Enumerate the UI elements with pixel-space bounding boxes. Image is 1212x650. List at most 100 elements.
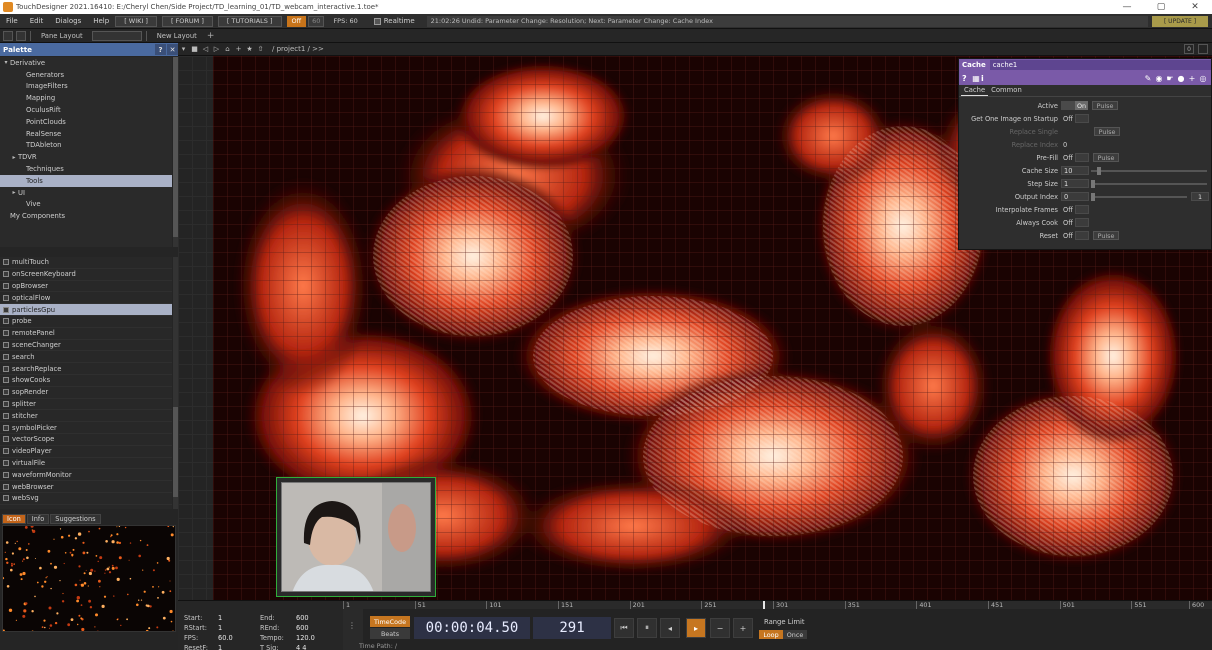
beats-toggle[interactable]: Beats xyxy=(370,628,410,639)
param-toggle-box[interactable] xyxy=(1075,231,1089,240)
sixty-button[interactable]: 60 xyxy=(308,15,325,27)
tree-item[interactable]: RealSense xyxy=(0,128,172,140)
op-list-item[interactable]: opBrowser xyxy=(0,281,172,293)
close-window-button[interactable]: ✕ xyxy=(1178,2,1212,12)
tree-item[interactable]: ImageFilters xyxy=(0,81,172,93)
pulse-button[interactable]: Pulse xyxy=(1093,153,1119,162)
op-list-item[interactable]: splitter xyxy=(0,399,172,411)
op-list-item[interactable]: symbolPicker xyxy=(0,422,172,434)
tree-item[interactable]: OculusRift xyxy=(0,104,172,116)
tree-item[interactable]: My Components xyxy=(0,210,172,222)
pane-layout-buttons[interactable] xyxy=(91,30,142,41)
realtime-off-button[interactable]: Off xyxy=(286,15,307,27)
forum-button[interactable]: [ FORUM ] xyxy=(161,15,213,27)
home-icon[interactable]: ⌂ xyxy=(222,45,233,53)
tree-item[interactable]: Tools xyxy=(0,174,172,187)
op-list-item[interactable]: onScreenKeyboard xyxy=(0,269,172,281)
add-param-icon[interactable]: + xyxy=(1187,73,1197,83)
param-slider[interactable] xyxy=(1091,192,1187,201)
palette-close-icon[interactable]: ✕ xyxy=(167,44,178,55)
param-value[interactable]: Off xyxy=(1061,115,1075,123)
zero-button[interactable]: 0 xyxy=(1184,44,1194,54)
op-list-item[interactable]: stitcher xyxy=(0,410,172,423)
op-list-item[interactable]: vectorScope xyxy=(0,434,172,446)
op-list-item[interactable]: remotePanel xyxy=(0,328,172,340)
tab-info[interactable]: Info xyxy=(26,514,50,524)
add-icon[interactable]: + xyxy=(233,45,244,53)
op-list-item[interactable]: waveformMonitor xyxy=(0,469,172,482)
tutorials-button[interactable]: [ TUTORIALS ] xyxy=(217,15,282,27)
op-list-item[interactable]: probe xyxy=(0,316,172,328)
frame-display[interactable]: 291 xyxy=(533,617,611,639)
pencil-icon[interactable]: ✎ xyxy=(1143,73,1153,83)
param-number-field[interactable]: 1 xyxy=(1061,179,1089,188)
pulse-button[interactable]: Pulse xyxy=(1092,101,1118,110)
expand-arrow-icon[interactable]: ▸ xyxy=(10,154,18,161)
network-path[interactable]: / project1 / >> xyxy=(272,45,324,53)
op-name-field[interactable]: cache1 xyxy=(989,60,1211,70)
pane-split-icon[interactable] xyxy=(3,30,13,41)
tab-suggestions[interactable]: Suggestions xyxy=(50,514,101,524)
param-value[interactable]: 0 xyxy=(1061,141,1075,149)
slider-knob[interactable] xyxy=(1091,192,1095,201)
maximize-button[interactable]: ▢ xyxy=(1144,2,1178,12)
pause-button[interactable]: ⏸ xyxy=(637,618,657,638)
param-value[interactable]: Off xyxy=(1061,232,1075,240)
param-slider[interactable] xyxy=(1091,179,1207,188)
menu-edit[interactable]: Edit xyxy=(24,17,50,25)
python-icon[interactable]: ▦ xyxy=(971,73,981,83)
play-button[interactable]: ▸ xyxy=(686,618,706,638)
tree-item[interactable]: ▾ Derivative xyxy=(0,57,172,69)
tree-item[interactable]: Vive xyxy=(0,199,172,211)
op-list-item[interactable]: multiTouch xyxy=(0,257,172,269)
op-list-item[interactable]: searchReplace xyxy=(0,363,172,375)
dropdown-icon[interactable]: ▾ xyxy=(178,45,189,53)
timecode-toggle[interactable]: TimeCode xyxy=(370,616,410,627)
timeline-info-value[interactable]: 1 xyxy=(218,644,260,650)
param-toggle-box[interactable] xyxy=(1075,114,1089,123)
loop-button[interactable]: Loop xyxy=(759,630,783,639)
tab-icon[interactable]: Icon xyxy=(2,514,26,524)
timeline-info-value[interactable]: 600 xyxy=(296,624,326,634)
op-list-item[interactable]: opticalFlow xyxy=(0,292,172,305)
realtime-checkbox[interactable] xyxy=(373,17,381,25)
tree-item[interactable]: ▸ UI xyxy=(0,187,172,199)
menu-help[interactable]: Help xyxy=(87,17,115,25)
palette-help-icon[interactable]: ? xyxy=(155,44,166,55)
rewind-button[interactable]: ⏮ xyxy=(614,618,634,638)
timeline-ruler[interactable]: 1 51 101 151 201 251 301 351 401 451 501 551 600 xyxy=(343,600,1212,610)
op-list-item[interactable]: webBrowser xyxy=(0,481,172,493)
param-toggle-box[interactable] xyxy=(1075,153,1089,162)
tree-item[interactable]: PointClouds xyxy=(0,116,172,128)
param-value[interactable]: Off xyxy=(1061,206,1075,214)
param-value[interactable]: Off xyxy=(1061,154,1075,162)
param-slider[interactable] xyxy=(1091,166,1207,175)
up-icon[interactable]: ⇧ xyxy=(255,45,266,53)
tree-item[interactable]: TDAbleton xyxy=(0,140,172,152)
op-list-item[interactable]: particlesGpu xyxy=(0,304,172,316)
tab-common[interactable]: Common xyxy=(988,86,1025,96)
pulse-button[interactable]: Pulse xyxy=(1093,231,1119,240)
timecode-display[interactable]: 00:00:04.50 xyxy=(414,617,530,639)
expand-arrow-icon[interactable]: ▾ xyxy=(2,59,10,66)
new-layout-button[interactable]: New Layout xyxy=(151,32,203,40)
timeline-info-value[interactable]: 1 xyxy=(218,624,260,634)
comment-icon[interactable]: ◉ xyxy=(1154,73,1164,83)
tree-item[interactable]: Generators xyxy=(0,69,172,81)
param-help-icon[interactable]: ? xyxy=(962,74,970,83)
once-button[interactable]: Once xyxy=(783,630,807,639)
update-button[interactable]: [ UPDATE ] xyxy=(1152,15,1208,27)
op-list-item[interactable]: sceneChanger xyxy=(0,340,172,352)
hand-icon[interactable]: ☛ xyxy=(1165,73,1175,83)
add-layout-icon[interactable]: + xyxy=(203,31,219,41)
slider-knob[interactable] xyxy=(1097,166,1101,175)
menu-file[interactable]: File xyxy=(0,17,24,25)
back-icon[interactable]: ◁ xyxy=(200,45,211,53)
tree-item[interactable]: Techniques xyxy=(0,163,172,175)
step-plus-button[interactable]: + xyxy=(733,618,753,638)
timeline-menu-icon[interactable]: ⋮ xyxy=(348,621,356,630)
op-list-item[interactable]: showCooks xyxy=(0,375,172,387)
op-list-item[interactable]: virtualFile xyxy=(0,458,172,470)
step-minus-button[interactable]: − xyxy=(710,618,730,638)
op-list-item[interactable]: webSvg xyxy=(0,493,172,505)
